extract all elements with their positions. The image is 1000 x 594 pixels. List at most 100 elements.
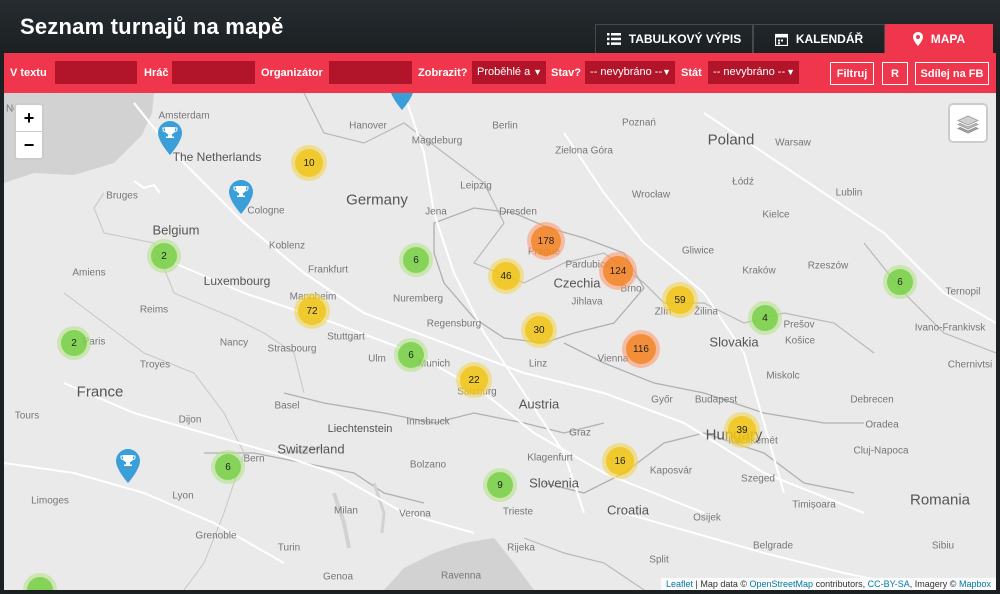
map-cluster[interactable]: 10 (291, 145, 327, 181)
map-basemap (4, 93, 996, 590)
map-cluster[interactable]: 4 (748, 301, 782, 335)
map-cluster[interactable]: 2 (57, 326, 91, 360)
trophy-marker[interactable] (158, 121, 182, 160)
leaflet-link[interactable]: Leaflet (666, 579, 693, 589)
place-label: Rijeka (507, 542, 535, 554)
place-label: Turin (277, 542, 301, 554)
place-label: Linz (528, 358, 548, 370)
place-label: Zielona Góra (555, 145, 613, 157)
player-filter-label: Hráč (144, 67, 169, 79)
place-label: Kraków (742, 265, 776, 277)
map-cluster-count: 2 (61, 330, 87, 356)
country-label-czechia: Czechia (553, 275, 601, 291)
country-label-poland: Poland (707, 131, 755, 149)
country-label-france: France (76, 383, 124, 401)
map-cluster[interactable]: 6 (394, 338, 428, 372)
tab-label: KALENDÁŘ (795, 32, 864, 46)
map-cluster[interactable]: 30 (521, 312, 557, 348)
text-filter-input[interactable] (55, 61, 137, 84)
attribution-text: , Imagery © (909, 579, 957, 589)
place-label: Stuttgart (327, 331, 365, 343)
place-label: Frankfurt (307, 264, 349, 276)
country-label-switzerland: Switzerland (277, 441, 345, 457)
place-label: Ravenna (440, 570, 482, 582)
place-label: Berlin (492, 120, 518, 132)
tab-calendar[interactable]: KALENDÁŘ (753, 24, 885, 53)
map-cluster[interactable]: 2 (147, 239, 181, 273)
place-label: Miskolc (766, 370, 800, 382)
zoom-control: + − (14, 103, 44, 160)
map-cluster-count: 10 (295, 149, 323, 177)
place-label: Kielce (762, 209, 790, 221)
map-cluster[interactable]: 46 (488, 258, 524, 294)
show-filter-select[interactable]: Proběhlé a ▼ (472, 61, 546, 84)
map-cluster[interactable]: 39 (724, 412, 760, 448)
tab-map[interactable]: MAPA (885, 24, 993, 53)
map-cluster[interactable]: 16 (602, 443, 638, 479)
place-label: Łódź (732, 176, 754, 188)
place-label: Košice (784, 335, 816, 347)
trophy-pin-icon (229, 180, 253, 214)
place-label: Verona (399, 508, 431, 520)
share-facebook-button[interactable]: Sdílej na FB (915, 62, 989, 85)
status-filter-select[interactable]: -- nevybráno -- ▼ (585, 61, 675, 84)
tab-table-list[interactable]: TABULKOVÝ VÝPIS (595, 24, 753, 53)
map-pin-icon (912, 32, 923, 46)
reset-button[interactable]: R (882, 62, 908, 85)
map-cluster[interactable]: 6 (399, 243, 433, 277)
calendar-icon (774, 33, 788, 46)
map-cluster[interactable]: 6 (211, 450, 245, 484)
chevron-down-icon: ▼ (662, 67, 671, 77)
text-filter-label: V textu (10, 67, 47, 79)
map-view[interactable]: Poland Germany Czechia Belgium France Sl… (4, 93, 996, 590)
place-label: Chernivtsi (947, 359, 993, 371)
map-cluster-count: 59 (666, 286, 694, 314)
place-label: Gliwice (681, 245, 715, 257)
trophy-marker[interactable] (390, 93, 414, 115)
place-label: Sibiu (931, 540, 955, 552)
place-label: Koblenz (268, 240, 306, 252)
map-cluster-count: 116 (626, 334, 656, 364)
zoom-out-button[interactable]: − (16, 132, 42, 158)
zoom-in-button[interactable]: + (16, 105, 42, 132)
place-label: Lublin (835, 187, 863, 199)
header-bar: Seznam turnajů na mapě TABULKOVÝ VÝPIS K… (0, 0, 1000, 53)
organizer-filter-input[interactable] (329, 61, 412, 84)
map-cluster[interactable]: 6 (883, 265, 917, 299)
place-label: Osijek (693, 512, 721, 524)
country-label-slovenia: Slovenia (529, 475, 579, 491)
filter-button[interactable]: Filtruj (830, 62, 874, 85)
trophy-pin-icon (116, 449, 140, 483)
country-label-germany: Germany (346, 191, 408, 209)
country-label-romania: Romania (909, 491, 971, 509)
player-filter-input[interactable] (172, 61, 255, 84)
map-cluster[interactable]: 72 (294, 293, 330, 329)
map-cluster[interactable]: 124 (599, 252, 637, 290)
place-label: Basel (274, 400, 300, 412)
trophy-marker[interactable] (116, 449, 140, 488)
place-label: Magdeburg (411, 135, 463, 147)
map-cluster[interactable]: 22 (456, 362, 492, 398)
trophy-marker[interactable] (229, 180, 253, 219)
map-cluster[interactable]: 178 (527, 222, 565, 260)
map-cluster[interactable]: 116 (622, 330, 660, 368)
map-attribution: Leaflet | Map data © OpenStreetMap contr… (660, 578, 996, 590)
country-filter-value: -- nevybráno -- (713, 66, 786, 78)
place-label: Grenoble (195, 530, 237, 542)
map-cluster-count: 16 (606, 447, 634, 475)
tab-label: MAPA (930, 32, 966, 46)
place-label: Amsterdam (158, 110, 210, 122)
license-link[interactable]: CC-BY-SA (868, 579, 910, 589)
chevron-down-icon: ▼ (786, 67, 795, 77)
layers-control-button[interactable] (948, 103, 988, 143)
place-label: Trieste (502, 506, 534, 518)
map-cluster-count: 46 (492, 262, 520, 290)
place-label: Bolzano (409, 459, 447, 471)
attribution-text: | Map data © (695, 579, 747, 589)
map-cluster[interactable]: 9 (483, 468, 517, 502)
place-label: Timișoara (792, 499, 836, 511)
mapbox-link[interactable]: Mapbox (959, 579, 991, 589)
openstreetmap-link[interactable]: OpenStreetMap (750, 579, 814, 589)
map-cluster[interactable]: 59 (662, 282, 698, 318)
country-filter-select[interactable]: -- nevybráno -- ▼ (708, 61, 799, 84)
